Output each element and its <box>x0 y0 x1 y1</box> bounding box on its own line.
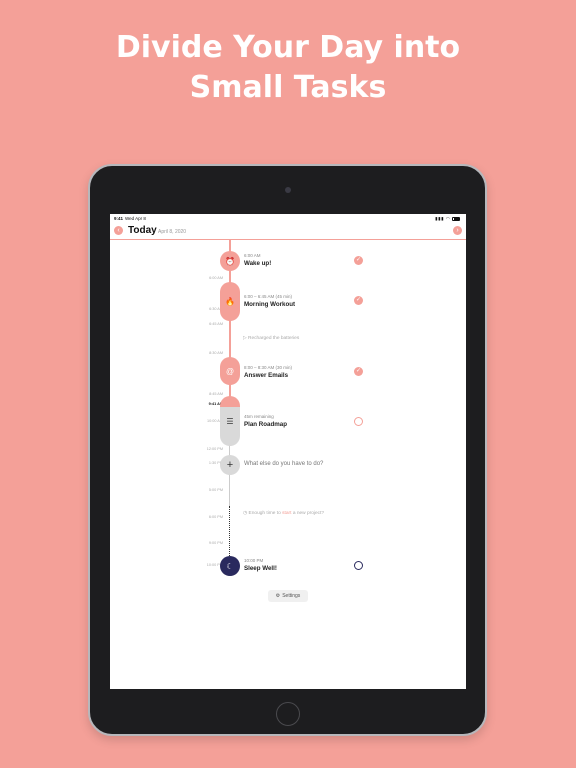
time-tick: 1:30 PM <box>208 461 223 465</box>
time-tick: 6:00 AM <box>209 276 223 280</box>
task-check-done[interactable]: ✓ <box>354 296 363 305</box>
promo-headline: Divide Your Day into Small Tasks <box>0 28 576 108</box>
recharge-hint: ▷ Recharged the batteries <box>243 336 300 341</box>
timeline-line-dotted <box>229 506 230 556</box>
at-sign-icon[interactable]: @ <box>220 357 240 385</box>
battery-icon <box>452 216 460 221</box>
task-title[interactable]: Answer Emails <box>244 372 288 379</box>
time-tick: 10:00 AM <box>206 419 223 423</box>
time-tick: 10:00 PM <box>206 563 223 567</box>
list-icon[interactable]: ☰ <box>220 396 240 446</box>
time-tick: 8:45 AM <box>209 392 223 396</box>
camera-icon <box>285 187 291 193</box>
hint-text: Enough time to <box>248 511 281 516</box>
time-tick-now: 9:41 AM <box>208 402 223 406</box>
task-time: 6:00 – 6:45 AM (45 min) <box>244 294 293 299</box>
task-title[interactable]: Wake up! <box>244 260 271 267</box>
status-time: 9:41 <box>114 216 124 221</box>
task-time: 8:00 – 8:30 AM (30 min) <box>244 365 293 370</box>
add-task-prompt[interactable]: What else do you have to do? <box>244 461 323 467</box>
time-tick: 5:00 PM <box>208 488 223 492</box>
task-title[interactable]: Sleep Well! <box>244 565 277 572</box>
task-check-done[interactable]: ✓ <box>354 256 363 265</box>
app-screen: 9:41 Wed Apr 8 ▮▮▮ ◠ ‹ Today April 8, 20… <box>110 214 466 689</box>
plus-icon[interactable]: + <box>220 455 240 475</box>
alarm-icon[interactable]: ⏰ <box>220 251 240 271</box>
task-check-done[interactable]: ✓ <box>354 367 363 376</box>
headline-line-1: Divide Your Day into <box>115 30 461 65</box>
hint-text: a new project? <box>292 511 325 516</box>
nav-bar: ‹ Today April 8, 2020 › <box>110 223 466 240</box>
task-check-open[interactable] <box>354 561 363 570</box>
task-remaining: 45m remaining <box>244 414 274 419</box>
time-tick: 12:00 PM <box>206 447 223 451</box>
signal-wifi-battery-icon: ▮▮▮ ◠ <box>435 216 460 222</box>
home-button <box>276 702 300 726</box>
settings-label: Settings <box>282 593 301 599</box>
flame-icon[interactable]: 🔥 <box>220 282 240 321</box>
status-bar: 9:41 Wed Apr 8 ▮▮▮ ◠ <box>110 214 466 223</box>
task-time: 10:00 PM <box>244 558 264 563</box>
headline-line-2: Small Tasks <box>189 70 387 105</box>
time-tick: 6:45 AM <box>209 322 223 326</box>
time-tick: 6:00 PM <box>208 515 223 519</box>
recharge-hint-text: Recharged the batteries <box>248 336 300 341</box>
moon-bed-icon[interactable]: ☾ <box>220 556 240 576</box>
task-check-open[interactable] <box>354 417 363 426</box>
time-tick: 8:30 AM <box>209 351 223 355</box>
task-time: 6:00 AM <box>244 253 261 258</box>
page-date: April 8, 2020 <box>158 228 187 235</box>
time-tick: 6:30 AM <box>209 307 223 311</box>
task-title[interactable]: Plan Roadmap <box>244 421 287 428</box>
page-title: Today <box>128 225 157 236</box>
enough-time-hint: ◷ Enough time to start a new project? <box>243 511 325 516</box>
gear-icon: ⚙ <box>275 593 281 599</box>
hint-accent[interactable]: start <box>282 511 291 516</box>
settings-button[interactable]: ⚙ Settings <box>268 590 308 602</box>
chevron-left-icon[interactable]: ‹ <box>114 226 123 235</box>
chevron-right-icon[interactable]: › <box>453 226 462 235</box>
task-title[interactable]: Morning Workout <box>244 301 295 308</box>
time-tick: 9:00 PM <box>208 541 223 545</box>
status-date: Wed Apr 8 <box>125 216 146 221</box>
